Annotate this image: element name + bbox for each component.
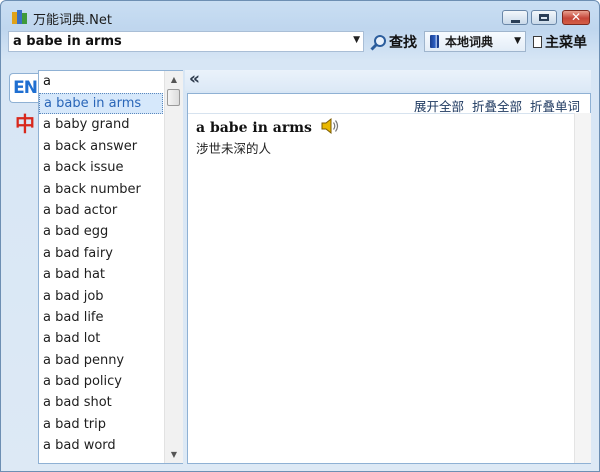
book-icon bbox=[430, 35, 439, 48]
collapse-panel-icon[interactable]: « bbox=[189, 70, 200, 88]
book-stack-icon bbox=[12, 10, 27, 24]
tab-chinese[interactable]: 中 bbox=[14, 112, 36, 136]
chevron-down-icon: ▼ bbox=[514, 36, 521, 46]
scroll-up-icon[interactable]: ▲ bbox=[165, 71, 183, 88]
minimize-icon bbox=[511, 20, 520, 23]
list-item[interactable]: a bad actor bbox=[39, 200, 163, 221]
list-item[interactable]: a bad fairy bbox=[39, 243, 163, 264]
list-item[interactable]: a bad trip bbox=[39, 414, 163, 435]
list-item[interactable]: a back answer bbox=[39, 136, 163, 157]
scrollbar-thumb[interactable] bbox=[167, 89, 180, 106]
app-window: 万能词典.Net ✕ ▼ 查找 本地词典 ▼ 主菜单 EN 中 bbox=[0, 0, 600, 472]
find-label: 查找 bbox=[389, 35, 417, 51]
search-combobox[interactable]: ▼ bbox=[8, 31, 364, 52]
word-list: a babe in arms a baby grand a back answer a… bbox=[39, 93, 163, 463]
language-tabs: EN 中 bbox=[9, 71, 40, 466]
dictionary-select[interactable]: 本地词典 ▼ bbox=[424, 31, 526, 52]
chevron-down-icon[interactable]: ▼ bbox=[353, 35, 360, 45]
minimize-button[interactable] bbox=[502, 10, 528, 25]
list-item[interactable]: a bad penny bbox=[39, 350, 163, 371]
main-menu-button[interactable]: 主菜单 bbox=[533, 32, 587, 52]
list-item[interactable]: a back issue bbox=[39, 157, 163, 178]
list-item[interactable]: a bad job bbox=[39, 286, 163, 307]
find-button[interactable]: 查找 bbox=[370, 32, 417, 52]
window-title: 万能词典.Net bbox=[33, 13, 112, 28]
word-list-panel: a babe in armsa baby granda back answera… bbox=[38, 70, 183, 464]
close-icon: ✕ bbox=[570, 10, 582, 24]
dictionary-select-value: 本地词典 bbox=[445, 35, 494, 49]
list-item[interactable]: a bad hat bbox=[39, 264, 163, 285]
list-item[interactable]: a babe in arms bbox=[39, 93, 163, 115]
headword: a babe in arms bbox=[196, 120, 312, 136]
definition: 涉世未深的人 bbox=[196, 141, 272, 156]
title-bar[interactable]: 万能词典.Net ✕ bbox=[1, 1, 599, 29]
close-button[interactable]: ✕ bbox=[562, 10, 590, 25]
list-item[interactable]: a back number bbox=[39, 179, 163, 200]
search-input[interactable] bbox=[9, 32, 343, 51]
tab-english[interactable]: EN bbox=[9, 73, 40, 103]
maximize-icon bbox=[539, 14, 549, 21]
list-item[interactable]: a bad lot bbox=[39, 328, 163, 349]
main-menu-label: 主菜单 bbox=[545, 35, 587, 51]
word-list-scrollbar[interactable]: ▲ ▼ bbox=[164, 71, 183, 463]
maximize-button[interactable] bbox=[531, 10, 557, 25]
magnifier-icon bbox=[370, 34, 386, 51]
content-header-strip: « bbox=[185, 70, 591, 91]
list-item[interactable]: a baby grand bbox=[39, 114, 163, 135]
entry-area: a babe in arms 涉世未深的人 bbox=[188, 113, 574, 464]
word-filter-input[interactable] bbox=[39, 71, 168, 91]
list-item[interactable]: a bad word bbox=[39, 435, 163, 456]
content-scrollbar[interactable] bbox=[574, 113, 591, 463]
list-item[interactable]: a bad egg bbox=[39, 221, 163, 242]
scroll-down-icon[interactable]: ▼ bbox=[165, 446, 183, 463]
list-item[interactable]: a bad policy bbox=[39, 371, 163, 392]
document-icon bbox=[533, 36, 542, 48]
speaker-icon[interactable] bbox=[320, 117, 340, 135]
list-item[interactable]: a bad shot bbox=[39, 392, 163, 413]
list-item[interactable]: a bad life bbox=[39, 307, 163, 328]
content-panel: 展开全部 折叠全部 折叠单词 a babe in arms 涉世未深的人 bbox=[187, 93, 591, 464]
